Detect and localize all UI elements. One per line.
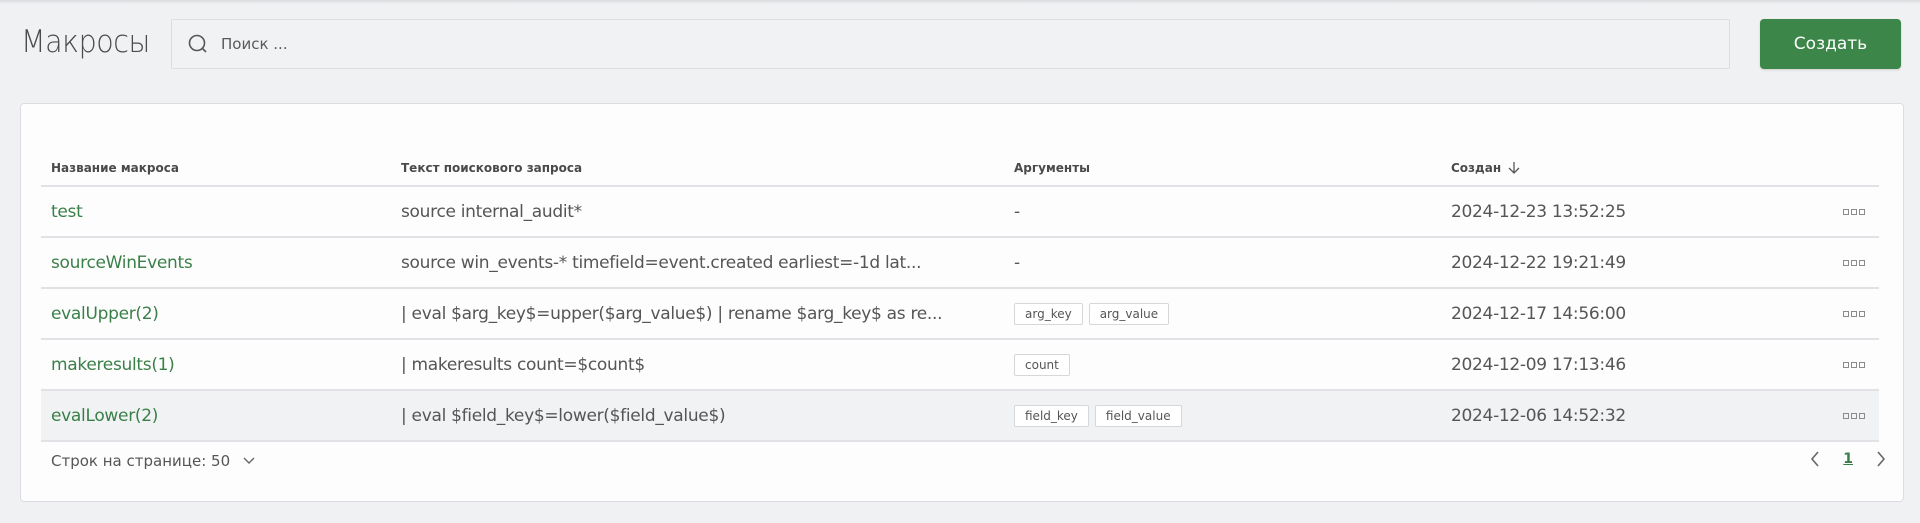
column-header-created[interactable]: Создан bbox=[1441, 124, 1791, 187]
cell-query: source win_events-* timefield=event.crea… bbox=[391, 237, 1004, 289]
cell-name: test bbox=[41, 186, 391, 238]
table-row[interactable]: evalLower(2) | eval $field_key$=lower($fi… bbox=[41, 390, 1879, 442]
search-box[interactable] bbox=[171, 19, 1730, 69]
page-header: Макросы Создать bbox=[0, 0, 1920, 90]
dot-square bbox=[1851, 208, 1857, 215]
cell-actions bbox=[1791, 288, 1879, 340]
arguments-empty: - bbox=[1014, 252, 1020, 273]
dot-square bbox=[1851, 361, 1857, 368]
pagination: 1 bbox=[1809, 450, 1887, 468]
search-input[interactable] bbox=[221, 35, 1729, 53]
column-header-name[interactable]: Название макроса bbox=[41, 124, 391, 187]
argument-tag: arg_key bbox=[1014, 302, 1083, 325]
cell-actions bbox=[1791, 339, 1879, 391]
cell-created: 2024-12-06 14:52:32 bbox=[1441, 390, 1791, 442]
arrow-down-icon[interactable] bbox=[1507, 161, 1521, 175]
cell-actions bbox=[1791, 237, 1879, 289]
chevron-right-icon[interactable] bbox=[1875, 450, 1887, 468]
cell-name: evalUpper(2) bbox=[41, 288, 391, 340]
macro-name-link[interactable]: sourceWinEvents bbox=[51, 253, 193, 273]
dot-square bbox=[1843, 361, 1849, 368]
dot-square bbox=[1859, 310, 1865, 317]
page-title: Макросы bbox=[21, 24, 150, 60]
more-actions-icon[interactable] bbox=[1801, 361, 1879, 368]
dot-square bbox=[1859, 361, 1865, 368]
cell-created: 2024-12-17 14:56:00 bbox=[1441, 288, 1791, 340]
dot-square bbox=[1843, 310, 1849, 317]
chevron-left-icon[interactable] bbox=[1809, 450, 1821, 468]
dot-square bbox=[1859, 412, 1865, 419]
column-header-actions bbox=[1791, 124, 1879, 187]
column-header-created-label: Создан bbox=[1451, 161, 1502, 175]
macro-name-link[interactable]: test bbox=[51, 202, 83, 222]
macros-card: Название макроса Текст поискового запрос… bbox=[20, 103, 1904, 502]
page-number-current[interactable]: 1 bbox=[1843, 451, 1853, 467]
cell-arguments: arg_key arg_value bbox=[1004, 288, 1441, 340]
dot-square bbox=[1851, 310, 1857, 317]
rows-per-page-select[interactable]: Строк на странице: 50 bbox=[51, 452, 256, 470]
column-header-arguments[interactable]: Аргументы bbox=[1004, 124, 1441, 187]
argument-tag: count bbox=[1014, 353, 1070, 376]
cell-name: evalLower(2) bbox=[41, 390, 391, 442]
dot-square bbox=[1843, 208, 1849, 215]
argument-tag: field_value bbox=[1094, 404, 1182, 427]
table-header-row: Название макроса Текст поискового запрос… bbox=[41, 124, 1879, 187]
table-row[interactable]: test source internal_audit* - 2024-12-23 13… bbox=[41, 186, 1879, 238]
cell-actions bbox=[1791, 186, 1879, 238]
more-actions-icon[interactable] bbox=[1801, 208, 1879, 215]
cell-query: | eval $arg_key$=upper($arg_value$) | re… bbox=[391, 288, 1004, 340]
macro-name-link[interactable]: evalLower(2) bbox=[51, 406, 158, 426]
cell-arguments: - bbox=[1004, 237, 1441, 289]
macros-table: Название макроса Текст поискового запрос… bbox=[41, 124, 1879, 442]
cell-arguments: field_key field_value bbox=[1004, 390, 1441, 442]
more-actions-icon[interactable] bbox=[1801, 412, 1879, 419]
macro-name-link[interactable]: evalUpper(2) bbox=[51, 304, 159, 324]
argument-tag: field_key bbox=[1014, 404, 1089, 427]
dot-square bbox=[1851, 412, 1857, 419]
table-row[interactable]: evalUpper(2) | eval $arg_key$=upper($arg_… bbox=[41, 288, 1879, 340]
dot-square bbox=[1843, 259, 1849, 266]
cell-query: source internal_audit* bbox=[391, 186, 1004, 238]
cell-name: makeresults(1) bbox=[41, 339, 391, 391]
more-actions-icon[interactable] bbox=[1801, 259, 1879, 266]
dot-square bbox=[1843, 412, 1849, 419]
cell-arguments: count bbox=[1004, 339, 1441, 391]
arguments-empty: - bbox=[1014, 201, 1020, 222]
dot-square bbox=[1851, 259, 1857, 266]
table-footer: Строк на странице: 50 1 bbox=[51, 450, 1903, 470]
cell-name: sourceWinEvents bbox=[41, 237, 391, 289]
dot-square bbox=[1859, 208, 1865, 215]
cell-created: 2024-12-09 17:13:46 bbox=[1441, 339, 1791, 391]
cell-created: 2024-12-23 13:52:25 bbox=[1441, 186, 1791, 238]
cell-arguments: - bbox=[1004, 186, 1441, 238]
rows-per-page-label: Строк на странице: 50 bbox=[51, 452, 231, 470]
argument-tag: arg_value bbox=[1088, 302, 1170, 325]
search-icon bbox=[188, 34, 207, 53]
cell-query: | makeresults count=$count$ bbox=[391, 339, 1004, 391]
dot-square bbox=[1859, 259, 1865, 266]
column-header-query[interactable]: Текст поискового запроса bbox=[391, 124, 1004, 187]
table-row[interactable]: sourceWinEvents source win_events-* timef… bbox=[41, 237, 1879, 289]
table-row[interactable]: makeresults(1) | makeresults count=$count… bbox=[41, 339, 1879, 391]
cell-query: | eval $field_key$=lower($field_value$) bbox=[391, 390, 1004, 442]
cell-actions bbox=[1791, 390, 1879, 442]
macro-name-link[interactable]: makeresults(1) bbox=[51, 355, 175, 375]
create-button[interactable]: Создать bbox=[1760, 19, 1901, 69]
cell-created: 2024-12-22 19:21:49 bbox=[1441, 237, 1791, 289]
more-actions-icon[interactable] bbox=[1801, 310, 1879, 317]
chevron-down-icon bbox=[243, 457, 255, 464]
